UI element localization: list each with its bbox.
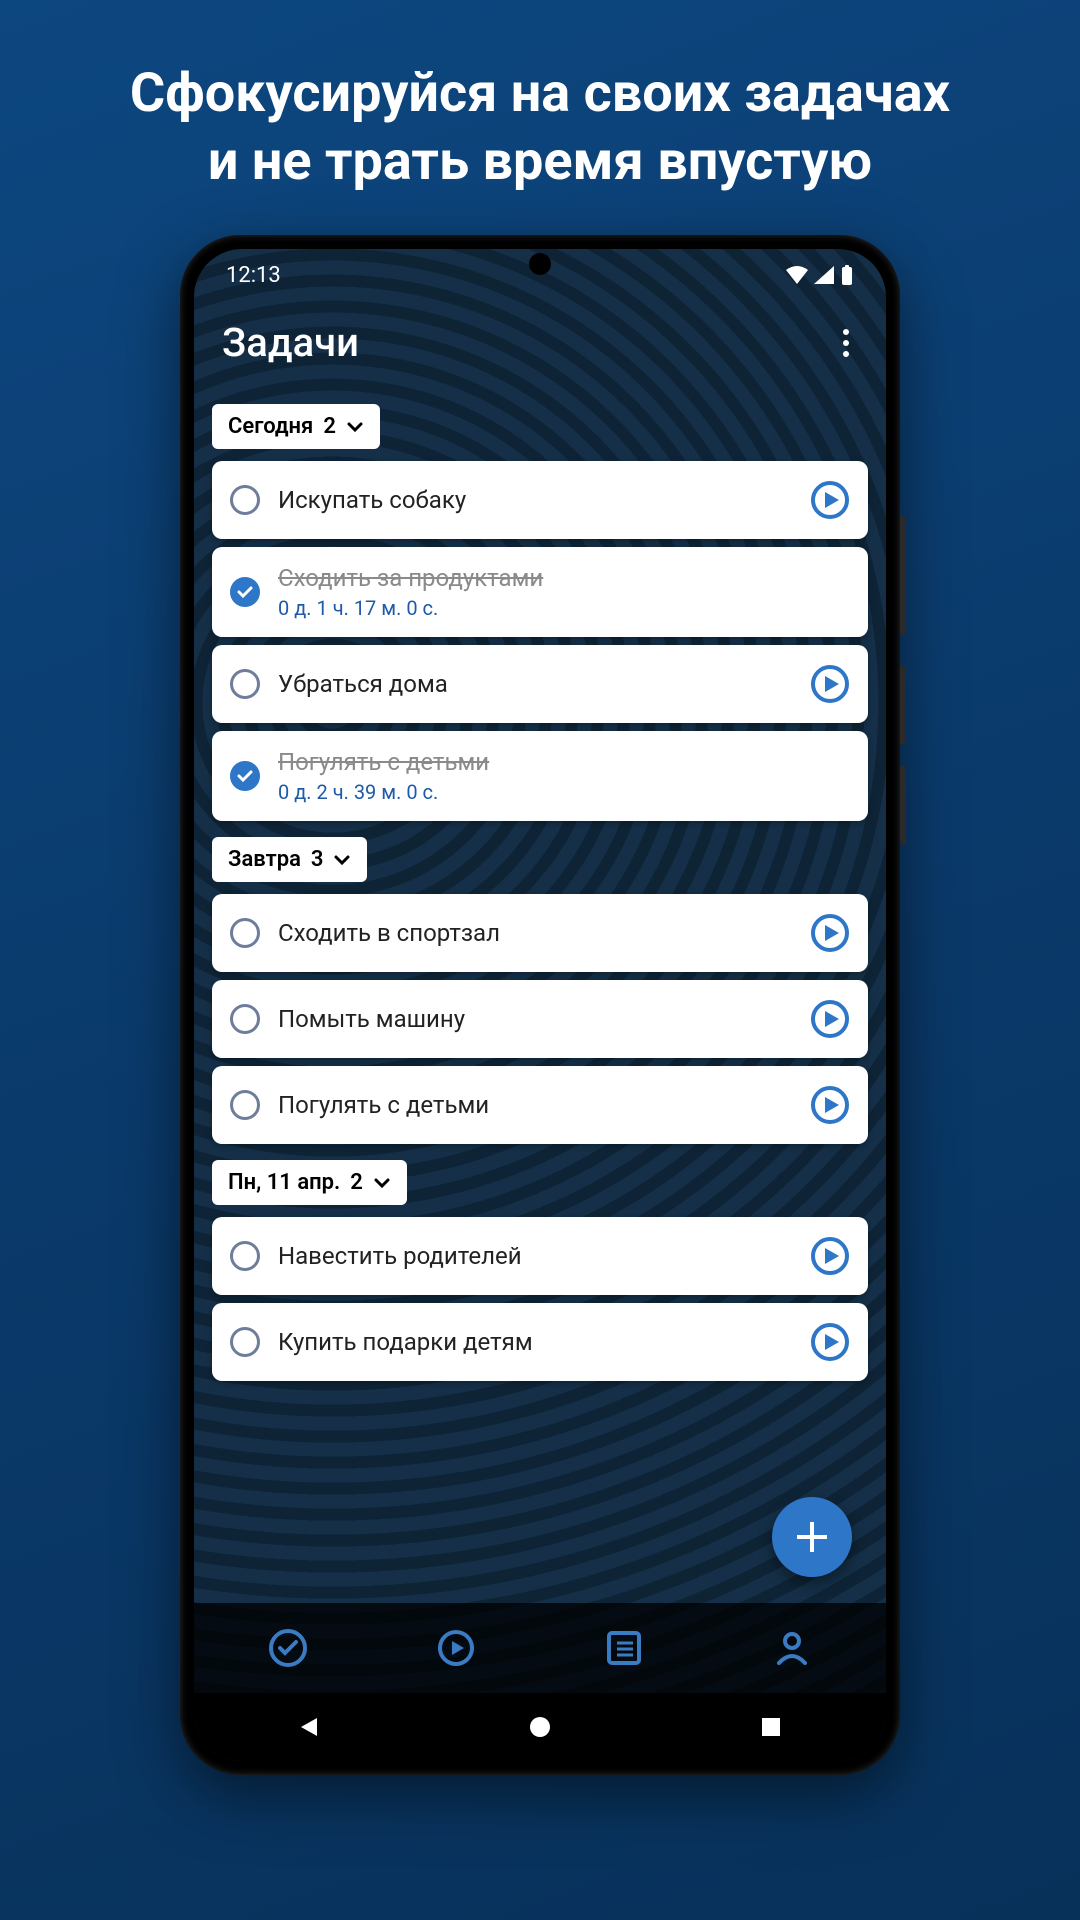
task-body: Погулять с детьми 0 д. 2 ч. 39 м. 0 с. (260, 748, 850, 804)
nav-list[interactable] (599, 1623, 649, 1673)
play-circle-icon (436, 1628, 476, 1668)
task-checkbox[interactable] (230, 577, 260, 607)
app-header: Задачи (194, 301, 886, 396)
promo-heading: Сфокусируйся на своих задачах и не трать… (100, 60, 980, 195)
task-play-button[interactable] (810, 1085, 850, 1125)
task-body: Искупать собаку (260, 486, 810, 514)
task-card[interactable]: Погулять с детьми 0 д. 2 ч. 39 м. 0 с. (212, 731, 868, 821)
chevron-down-icon (373, 1174, 391, 1192)
task-title: Помыть машину (278, 1005, 792, 1033)
task-play-button[interactable] (810, 1236, 850, 1276)
task-title: Погулять с детьми (278, 1091, 792, 1119)
plus-icon (795, 1520, 829, 1554)
triangle-back-icon (297, 1715, 321, 1739)
task-play-button[interactable] (810, 480, 850, 520)
chevron-down-icon (333, 851, 351, 869)
battery-icon (840, 265, 854, 285)
task-title: Навестить родителей (278, 1242, 792, 1270)
task-title: Сходить в спортзал (278, 919, 792, 947)
task-title: Сходить за продуктами (278, 564, 832, 592)
nav-tasks[interactable] (263, 1623, 313, 1673)
task-checkbox[interactable] (230, 918, 260, 948)
task-checkbox[interactable] (230, 1090, 260, 1120)
task-body: Купить подарки детям (260, 1328, 810, 1356)
task-title: Купить подарки детям (278, 1328, 792, 1356)
task-checkbox[interactable] (230, 761, 260, 791)
section-chip[interactable]: Пн, 11 апр. 2 (212, 1160, 407, 1205)
system-nav-bar (194, 1693, 886, 1761)
task-title: Погулять с детьми (278, 748, 832, 776)
task-title: Искупать собаку (278, 486, 792, 514)
task-body: Навестить родителей (260, 1242, 810, 1270)
task-duration: 0 д. 2 ч. 39 м. 0 с. (278, 780, 832, 804)
task-body: Сходить за продуктами 0 д. 1 ч. 17 м. 0 с… (260, 564, 850, 620)
nav-timer[interactable] (431, 1623, 481, 1673)
wifi-icon (786, 266, 808, 284)
promo-line-2: и не трать время впустую (208, 130, 872, 193)
list-icon (605, 1629, 643, 1667)
task-list-content: Сегодня 2 Искупать собаку Сходить за прод… (194, 396, 886, 1603)
task-body: Убраться дома (260, 670, 810, 698)
task-duration: 0 д. 1 ч. 17 м. 0 с. (278, 596, 832, 620)
task-checkbox[interactable] (230, 1241, 260, 1271)
task-card[interactable]: Погулять с детьми (212, 1066, 868, 1144)
person-icon (773, 1629, 811, 1667)
phone-side-button (900, 515, 906, 635)
system-home-button[interactable] (510, 1712, 570, 1742)
task-title: Убраться дома (278, 670, 792, 698)
task-body: Сходить в спортзал (260, 919, 810, 947)
section-label: Завтра (228, 847, 301, 872)
task-card[interactable]: Сходить в спортзал (212, 894, 868, 972)
section-label: Сегодня (228, 414, 313, 439)
task-card[interactable]: Купить подарки детям (212, 1303, 868, 1381)
status-icons (786, 265, 854, 285)
phone-frame: 12:13 Задачи Сегодня 2 Искупать собаку Сх… (180, 235, 900, 1775)
cell-signal-icon (814, 266, 834, 284)
task-checkbox[interactable] (230, 669, 260, 699)
section-count: 2 (350, 1170, 363, 1195)
system-recents-button[interactable] (741, 1712, 801, 1742)
task-play-button[interactable] (810, 664, 850, 704)
system-back-button[interactable] (279, 1712, 339, 1742)
task-play-button[interactable] (810, 1322, 850, 1362)
nav-profile[interactable] (767, 1623, 817, 1673)
section-chip[interactable]: Сегодня 2 (212, 404, 380, 449)
bottom-nav (194, 1603, 886, 1693)
phone-side-button (900, 765, 906, 845)
phone-side-button (900, 665, 906, 745)
task-checkbox[interactable] (230, 485, 260, 515)
task-play-button[interactable] (810, 913, 850, 953)
chevron-down-icon (346, 418, 364, 436)
promo-line-1: Сфокусируйся на своих задачах (130, 62, 950, 125)
task-card[interactable]: Искупать собаку (212, 461, 868, 539)
task-card[interactable]: Навестить родителей (212, 1217, 868, 1295)
section-chip[interactable]: Завтра 3 (212, 837, 367, 882)
section-count: 3 (311, 847, 324, 872)
task-body: Помыть машину (260, 1005, 810, 1033)
task-play-button[interactable] (810, 999, 850, 1039)
circle-home-icon (528, 1715, 552, 1739)
task-checkbox[interactable] (230, 1004, 260, 1034)
page-title: Задачи (222, 319, 359, 366)
task-card[interactable]: Сходить за продуктами 0 д. 1 ч. 17 м. 0 с… (212, 547, 868, 637)
square-recents-icon (760, 1716, 782, 1738)
phone-screen: 12:13 Задачи Сегодня 2 Искупать собаку Сх… (194, 249, 886, 1761)
section-count: 2 (323, 414, 336, 439)
task-body: Погулять с детьми (260, 1091, 810, 1119)
section-label: Пн, 11 апр. (228, 1170, 340, 1195)
more-menu-button[interactable] (834, 325, 858, 361)
status-time: 12:13 (226, 263, 281, 288)
task-card[interactable]: Помыть машину (212, 980, 868, 1058)
camera-notch (529, 253, 551, 275)
add-task-fab[interactable] (772, 1497, 852, 1577)
task-card[interactable]: Убраться дома (212, 645, 868, 723)
check-circle-icon (267, 1627, 309, 1669)
task-checkbox[interactable] (230, 1327, 260, 1357)
